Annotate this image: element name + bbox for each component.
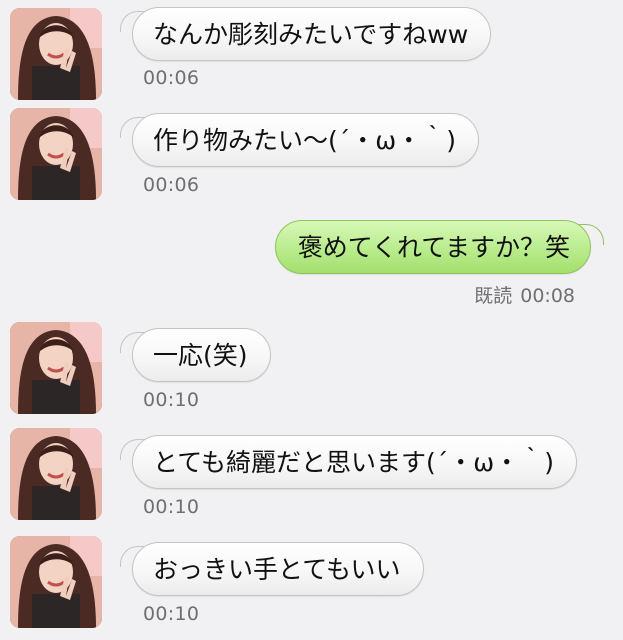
message-text: 一応(笑) [153,341,248,370]
message-text: 作り物みたい〜(´・ω・｀) [153,126,456,155]
message-timestamp: 00:10 [143,389,200,411]
message-bubble-incoming[interactable]: おっきい手とてもいい [120,542,424,596]
message-timestamp: 00:10 [143,603,200,625]
message-text: なんか彫刻みたいですねww [153,20,469,49]
message-timestamp: 00:10 [143,496,200,518]
message-text: とても綺麗だと思います(´・ω・｀) [153,448,554,477]
message-timestamp: 00:06 [143,174,200,196]
contact-avatar[interactable] [10,428,102,520]
avatar-photo-icon [10,428,102,520]
contact-avatar[interactable] [10,108,102,200]
message-meta: 既読 00:08 [474,281,575,308]
contact-avatar[interactable] [10,322,102,414]
contact-avatar[interactable] [10,8,102,100]
avatar-photo-icon [10,8,102,100]
contact-avatar[interactable] [10,536,102,628]
message-bubble-incoming[interactable]: 一応(笑) [120,328,271,382]
message-bubble-incoming[interactable]: なんか彫刻みたいですねww [119,7,492,61]
read-receipt: 既読 [474,285,513,307]
avatar-photo-icon [10,536,102,628]
message-text: おっきい手とてもいい [153,555,401,584]
message-bubble-outgoing[interactable]: 褒めてくれてますか？笑 [274,220,605,274]
avatar-photo-icon [10,108,102,200]
message-text: 褒めてくれてますか？笑 [297,233,570,262]
avatar-photo-icon [10,322,102,414]
message-bubble-incoming[interactable]: とても綺麗だと思います(´・ω・｀) [120,435,577,489]
message-timestamp: 00:06 [143,67,200,89]
message-bubble-incoming[interactable]: 作り物みたい〜(´・ω・｀) [120,113,479,167]
chat-message-list[interactable]: なんか彫刻みたいですねww 00:06 作り物みたい〜(´・ω・｀) 00:06… [0,0,623,640]
message-timestamp: 00:08 [520,285,575,307]
